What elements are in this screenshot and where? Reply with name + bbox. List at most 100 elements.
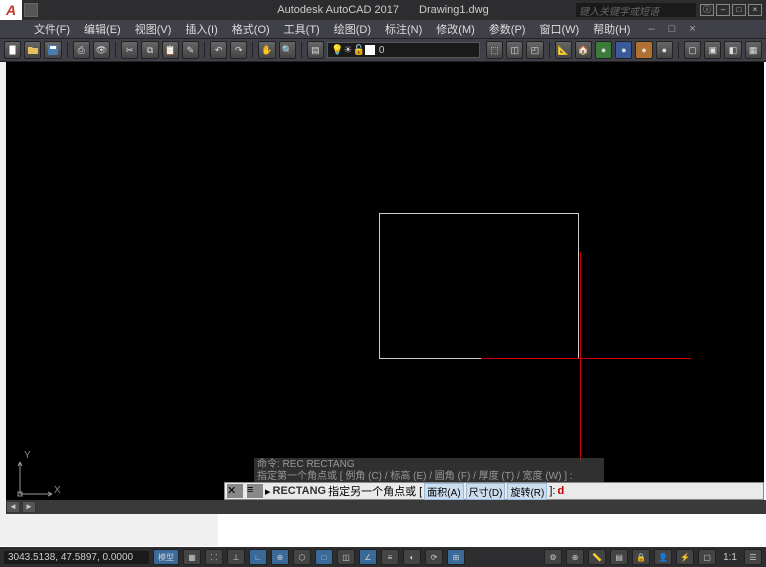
- option-rotate[interactable]: 旋转(R): [507, 483, 547, 500]
- clean-screen[interactable]: ▢: [698, 549, 716, 565]
- render-blue[interactable]: ●: [615, 41, 632, 59]
- sun-icon: ☀: [344, 45, 353, 56]
- menu-tools[interactable]: 工具(T): [280, 19, 324, 39]
- workspace-button[interactable]: ⚙: [544, 549, 562, 565]
- match-button[interactable]: ✎: [182, 41, 199, 59]
- menu-format[interactable]: 格式(O): [228, 19, 274, 39]
- ortho-toggle[interactable]: ∟: [249, 549, 267, 565]
- grid-toggle[interactable]: ▦: [183, 549, 201, 565]
- cut-button[interactable]: ✂: [121, 41, 138, 59]
- minimize-button[interactable]: –: [716, 4, 730, 16]
- cmd-arrow-icon: ▸: [265, 485, 271, 498]
- crosshair-vertical: [580, 252, 581, 462]
- menu-edit[interactable]: 编辑(E): [80, 19, 125, 39]
- command-line-handle-icon[interactable]: ≡: [247, 484, 263, 498]
- option-area[interactable]: 面积(A): [424, 483, 463, 500]
- model-space-button[interactable]: 模型: [153, 549, 179, 565]
- render-orange[interactable]: ●: [635, 41, 652, 59]
- menu-dimension[interactable]: 标注(N): [381, 19, 426, 39]
- hardware-accel[interactable]: ⚡: [676, 549, 694, 565]
- cmd-prompt: 指定另一个角点或 [: [328, 483, 422, 499]
- help-search-input[interactable]: 键入关键字或短语: [576, 3, 696, 17]
- annotation-scale[interactable]: 1:1: [720, 552, 740, 563]
- ucs-icon: Y X: [12, 450, 62, 500]
- close-button[interactable]: ×: [748, 4, 762, 16]
- layer-name: 0: [379, 45, 385, 56]
- transparency-toggle[interactable]: ◐: [403, 549, 421, 565]
- menu-help[interactable]: 帮助(H): [589, 19, 634, 39]
- status-bar: 3043.5138, 47.5897, 0.0000 模型 ▦ ⸬ ⊥ ∟ ⊕ …: [0, 547, 766, 567]
- open-button[interactable]: [24, 41, 41, 59]
- command-line[interactable]: ✕ ≡ ▸ RECTANG 指定另一个角点或 [ 面积(A) 尺寸(D) 旋转(…: [224, 482, 764, 500]
- paste-button[interactable]: 📋: [162, 41, 179, 59]
- new-button[interactable]: [4, 41, 21, 59]
- tool-c[interactable]: ◰: [526, 41, 543, 59]
- otrack-toggle[interactable]: ∠: [359, 549, 377, 565]
- crosshair-horizontal: [481, 358, 691, 359]
- tool-d[interactable]: 📐: [555, 41, 572, 59]
- layer-props-button[interactable]: ▤: [307, 41, 324, 59]
- menu-modify[interactable]: 修改(M): [432, 19, 479, 39]
- isodraft-toggle[interactable]: ⬡: [293, 549, 311, 565]
- undo-button[interactable]: ↶: [210, 41, 227, 59]
- maximize-button[interactable]: □: [732, 4, 746, 16]
- redo-button[interactable]: ↷: [230, 41, 247, 59]
- cmd-input[interactable]: d: [557, 485, 564, 497]
- isolate-objects[interactable]: 👤: [654, 549, 672, 565]
- menu-draw[interactable]: 绘图(D): [330, 19, 375, 39]
- render-green[interactable]: ●: [595, 41, 612, 59]
- tool-e[interactable]: 🏠: [575, 41, 592, 59]
- tool-a[interactable]: ⬚: [486, 41, 503, 59]
- pan-button[interactable]: ✋: [258, 41, 275, 59]
- command-history: 命令: REC RECTANG 指定第一个角点或 [ 例角 (C) / 标高 (…: [254, 458, 604, 484]
- lightbulb-icon: 💡: [331, 45, 343, 56]
- osnap-toggle[interactable]: □: [315, 549, 333, 565]
- infer-toggle[interactable]: ⊥: [227, 549, 245, 565]
- menu-parametric[interactable]: 参数(P): [485, 19, 530, 39]
- copy-button[interactable]: ⧉: [141, 41, 158, 59]
- scroll-left-button[interactable]: ◄: [6, 501, 20, 513]
- snap-toggle[interactable]: ⸬: [205, 549, 223, 565]
- print-button[interactable]: ⎙: [73, 41, 90, 59]
- lineweight-toggle[interactable]: ≡: [381, 549, 399, 565]
- layer-color-swatch: [365, 45, 375, 55]
- save-button[interactable]: [44, 41, 61, 59]
- customize-button[interactable]: ☰: [744, 549, 762, 565]
- command-line-icon[interactable]: ✕: [227, 484, 243, 498]
- tool-b[interactable]: ◫: [506, 41, 523, 59]
- menu-file[interactable]: 文件(F): [30, 19, 74, 39]
- tool-box1[interactable]: ▢: [684, 41, 701, 59]
- annotation-monitor[interactable]: ⊕: [566, 549, 584, 565]
- doc-min-icon[interactable]: –: [648, 23, 654, 35]
- tool-box3[interactable]: ◧: [724, 41, 741, 59]
- menu-window[interactable]: 窗口(W): [535, 19, 583, 39]
- doc-title: Drawing1.dwg: [419, 4, 489, 16]
- scroll-right-button[interactable]: ►: [22, 501, 36, 513]
- polar-toggle[interactable]: ⊕: [271, 549, 289, 565]
- qat-dropdown[interactable]: [24, 3, 38, 17]
- zoom-button[interactable]: 🔍: [279, 41, 296, 59]
- coordinates-display[interactable]: 3043.5138, 47.5897, 0.0000: [4, 551, 149, 564]
- layer-dropdown[interactable]: 💡 ☀ 🔓 0: [327, 42, 480, 58]
- units-button[interactable]: 📏: [588, 549, 606, 565]
- option-dimension[interactable]: 尺寸(D): [466, 483, 506, 500]
- menu-insert[interactable]: 插入(I): [181, 19, 221, 39]
- tool-box2[interactable]: ▣: [704, 41, 721, 59]
- active-command: RECTANG: [273, 485, 327, 497]
- 3dosnap-toggle[interactable]: ◫: [337, 549, 355, 565]
- cycling-toggle[interactable]: ⟳: [425, 549, 443, 565]
- rectangle-preview: [379, 213, 579, 359]
- bottom-left-panel: [0, 514, 218, 546]
- lock-ui[interactable]: 🔒: [632, 549, 650, 565]
- doc-close-icon[interactable]: ×: [689, 23, 695, 35]
- app-logo[interactable]: A: [0, 0, 22, 20]
- doc-max-icon[interactable]: □: [669, 23, 676, 35]
- quick-props[interactable]: ▤: [610, 549, 628, 565]
- infocenter-icon[interactable]: ⓘ: [700, 4, 714, 16]
- drawing-area[interactable]: Y X 命令: REC RECTANG 指定第一个角点或 [ 例角 (C) / …: [6, 62, 764, 514]
- render-gray[interactable]: ●: [656, 41, 673, 59]
- dynamic-input-toggle[interactable]: ⊞: [447, 549, 465, 565]
- tool-box4[interactable]: ▦: [745, 41, 762, 59]
- menu-view[interactable]: 视图(V): [131, 19, 176, 39]
- preview-button[interactable]: 👁: [93, 41, 110, 59]
